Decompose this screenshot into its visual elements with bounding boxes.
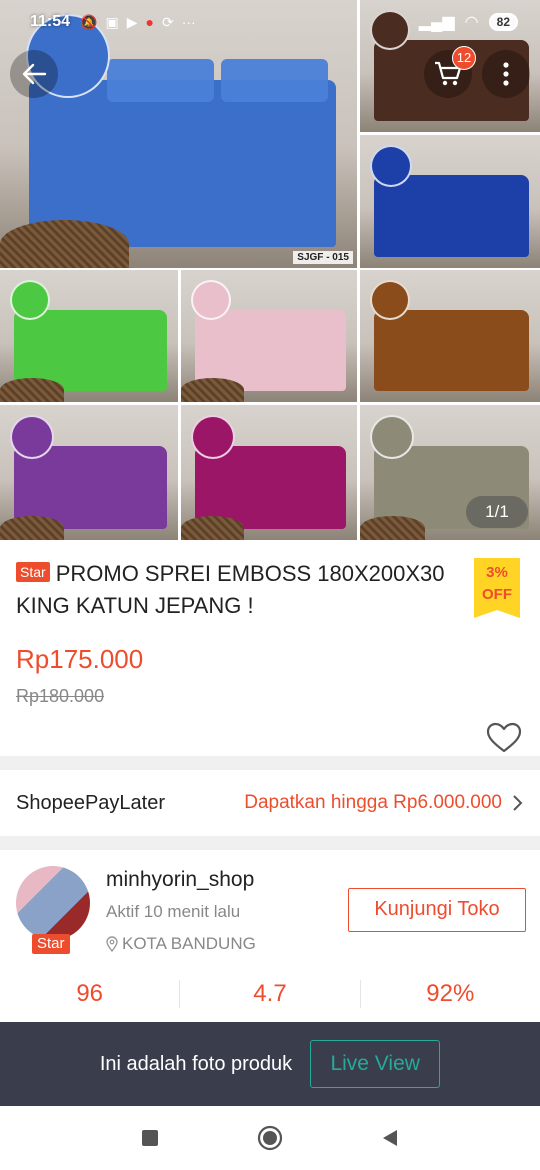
shop-stat-products: 96 — [0, 980, 181, 1008]
discount-badge: 3% OFF — [474, 558, 520, 618]
product-page: SJGF - 015 1/1 11:54 🔕 ▣ ▶ ● ⟳ ··· ▂▄▆ ◠… — [0, 0, 540, 1170]
live-view-bar: Ini adalah foto produk Live View — [0, 1022, 540, 1106]
shop-name[interactable]: minhyorin_shop — [106, 868, 254, 892]
live-view-message: Ini adalah foto produk — [99, 1052, 293, 1075]
triangle-back-icon — [383, 1130, 397, 1146]
shop-location-text: KOTA BANDUNG — [122, 934, 256, 953]
battery-indicator: 82 — [488, 13, 518, 31]
signal-icon: ▂▄▆ — [418, 14, 455, 31]
product-price: Rp175.000 — [16, 644, 144, 674]
more-vertical-icon — [503, 62, 509, 86]
paylater-label: ShopeePayLater — [16, 791, 166, 814]
system-navigation-bar — [0, 1106, 540, 1170]
image-counter: 1/1 — [466, 496, 528, 528]
home-button[interactable] — [257, 1125, 283, 1151]
mute-icon: 🔕 — [80, 13, 98, 30]
shop-avatar[interactable] — [16, 866, 90, 940]
product-image-copper — [360, 270, 540, 402]
back-nav-button[interactable] — [377, 1125, 403, 1151]
shop-star-badge: Star — [32, 934, 70, 954]
arrow-left-icon — [22, 63, 47, 85]
shop-stats: 96 4.7 92% — [0, 980, 540, 1008]
recents-button[interactable] — [137, 1125, 163, 1151]
wifi-icon: ◠ — [464, 14, 479, 31]
product-image-navy — [360, 135, 540, 268]
notification-icons: 🔕 ▣ ▶ ● ⟳ ··· — [80, 14, 196, 31]
status-bar: 11:54 🔕 ▣ ▶ ● ⟳ ··· ▂▄▆ ◠ 82 — [0, 0, 540, 44]
product-code-label: SJGF - 015 — [293, 251, 353, 264]
shop-stat-rating: 4.7 — [180, 980, 361, 1008]
square-icon — [142, 1130, 158, 1146]
product-title-text: PROMO SPREI EMBOSS 180X200X30 KING KATUN… — [16, 561, 445, 618]
heart-icon[interactable] — [486, 722, 522, 754]
location-pin-icon — [106, 936, 118, 952]
product-image-green — [0, 270, 178, 402]
live-view-button[interactable]: Live View — [310, 1040, 441, 1088]
product-image-pink — [181, 270, 357, 402]
discount-percent: 3% — [486, 564, 508, 581]
shop-location: KOTA BANDUNG — [106, 934, 256, 954]
message-icon: ▣ — [105, 13, 119, 30]
cart-count-badge: 12 — [452, 46, 476, 70]
visit-shop-button[interactable]: Kunjungi Toko — [348, 888, 526, 932]
star-seller-badge: Star — [16, 562, 50, 582]
product-info-section: Star PROMO SPREI EMBOSS 180X200X30 KING K… — [0, 540, 540, 756]
shop-section: Star minhyorin_shop Aktif 10 menit lalu … — [0, 850, 540, 1030]
clock: 11:54 — [30, 13, 71, 30]
more-options-button[interactable] — [482, 50, 530, 98]
more-dots-icon: ··· — [181, 13, 196, 30]
original-price: Rp180.000 — [16, 686, 105, 706]
chevron-right-icon — [513, 795, 523, 811]
paylater-offer: Dapatkan hingga Rp6.000.000 — [244, 792, 502, 813]
shop-stat-chat-performance: 92% — [426, 980, 475, 1007]
product-image-magenta — [181, 405, 357, 540]
product-image-purple — [0, 405, 178, 540]
record-icon: ● — [145, 13, 154, 30]
product-title: Star PROMO SPREI EMBOSS 180X200X30 KING K… — [16, 558, 456, 622]
shop-active-status: Aktif 10 menit lalu — [106, 902, 241, 921]
discount-label: OFF — [482, 586, 512, 603]
circle-icon — [257, 1125, 283, 1151]
paylater-row[interactable]: ShopeePayLater Dapatkan hingga Rp6.000.0… — [0, 770, 540, 836]
sync-icon: ⟳ — [161, 13, 174, 30]
play-store-icon: ▶ — [126, 13, 138, 30]
cart-button[interactable]: 12 — [424, 46, 476, 98]
back-button[interactable] — [10, 50, 58, 98]
